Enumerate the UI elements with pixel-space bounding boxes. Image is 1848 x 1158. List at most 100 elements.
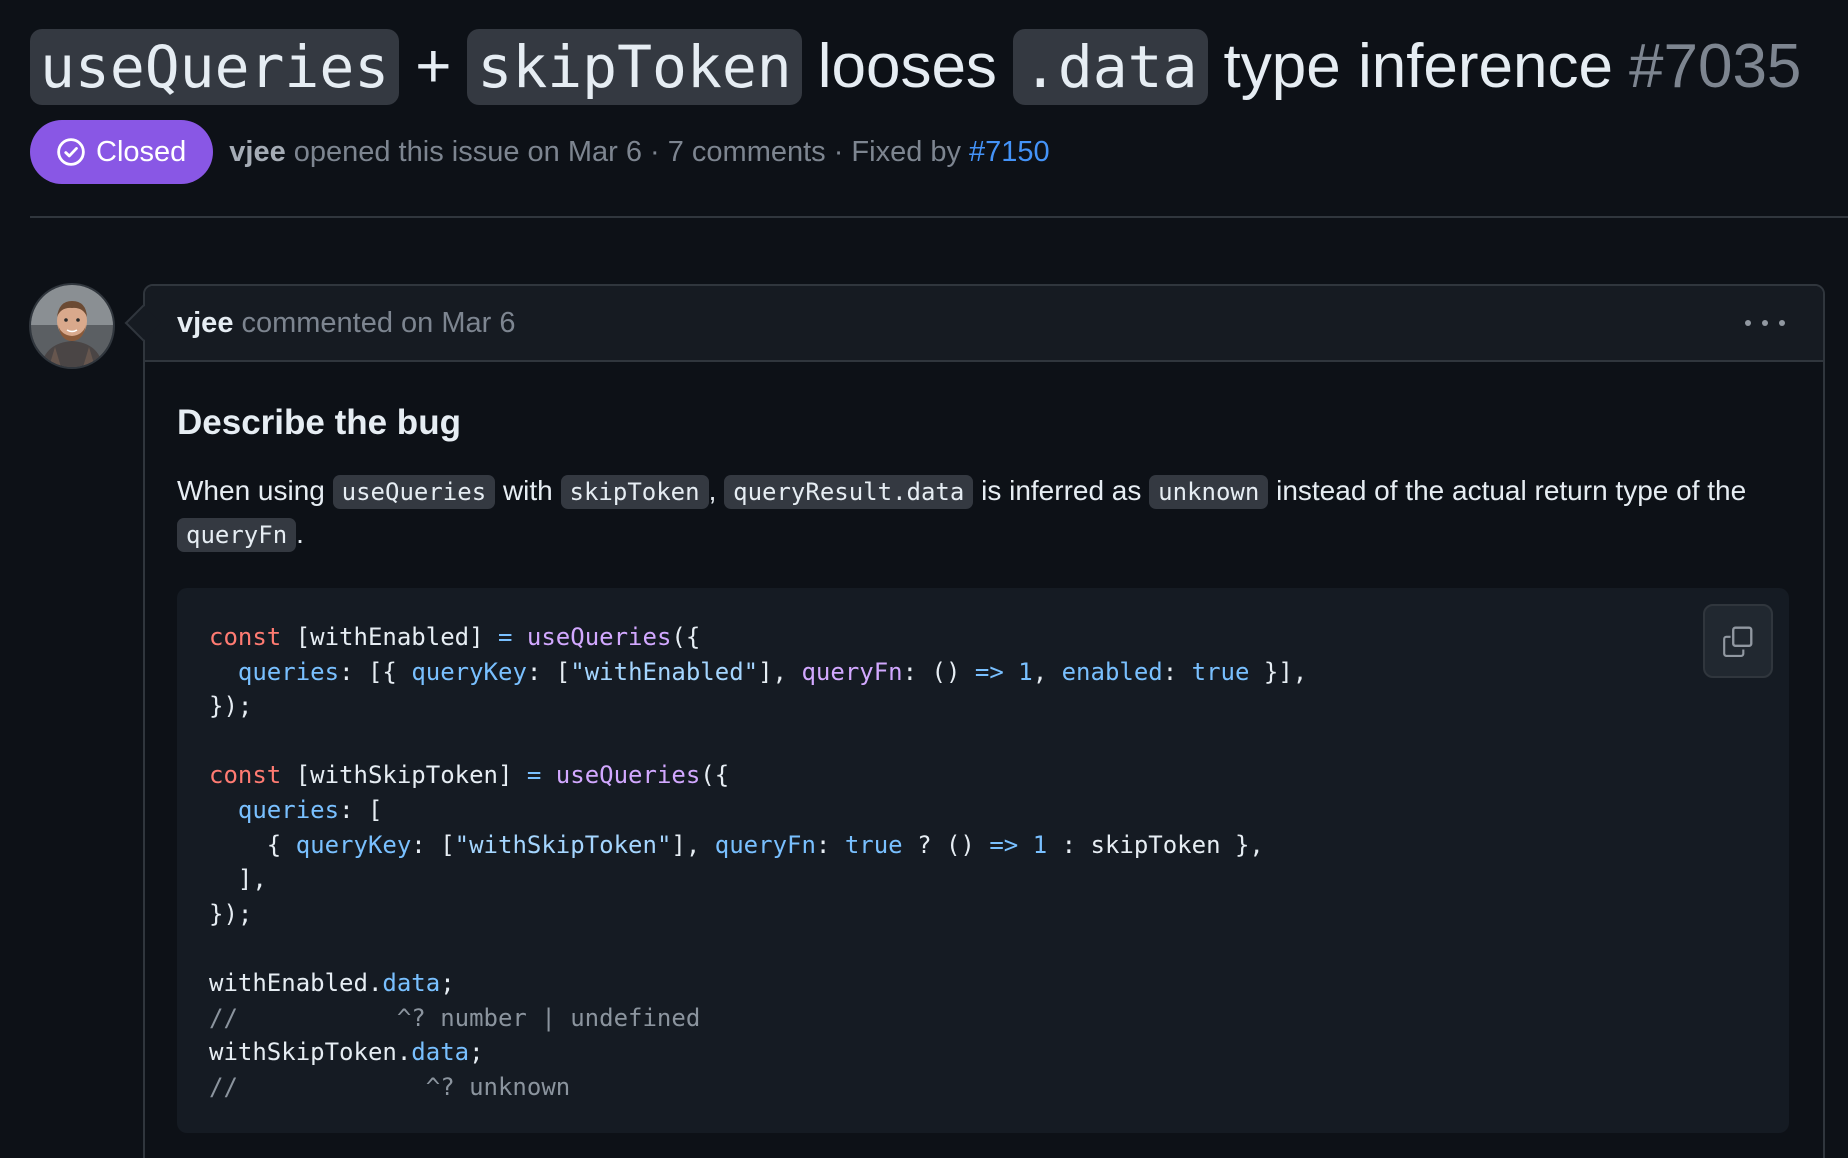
comment-body: Describe the bug When using useQueries w… xyxy=(145,400,1823,1133)
issue-author-link[interactable]: vjee xyxy=(229,136,285,169)
title-code-skiptoken: skipToken xyxy=(467,29,802,105)
issue-title: useQueries + skipToken looses .data type… xyxy=(30,28,1830,106)
code-token: ], xyxy=(671,830,715,859)
comment-meta[interactable]: commented on Mar 6 xyxy=(241,307,515,340)
code-token: : [ xyxy=(526,657,571,686)
code-content: const [withEnabled] = useQueries({ queri… xyxy=(209,620,1757,1104)
code-token: }); xyxy=(209,692,253,721)
code-token: { xyxy=(209,830,296,859)
code-line: ], xyxy=(209,862,1757,897)
code-token: "withEnabled" xyxy=(570,657,759,686)
code-token: ({ xyxy=(671,623,701,651)
code-token: 1 xyxy=(1018,657,1033,686)
code-token: queries xyxy=(237,657,340,686)
inline-code: skipToken xyxy=(560,475,709,509)
code-token: ], xyxy=(209,865,267,894)
code-token: queryKey xyxy=(295,830,412,859)
code-token: queryKey xyxy=(411,657,527,686)
code-token: : [ xyxy=(339,795,383,824)
code-token: }], xyxy=(1249,657,1308,686)
code-token: true xyxy=(844,830,903,859)
code-token: ? () xyxy=(902,830,990,859)
code-line: const [withSkipToken] = useQueries({ xyxy=(209,758,1757,793)
check-circle-icon xyxy=(57,138,85,166)
para-text: instead of the actual return type of the xyxy=(1276,475,1747,506)
code-token: , xyxy=(1032,657,1062,686)
code-line: }); xyxy=(209,689,1757,724)
code-token: ; xyxy=(469,1038,484,1067)
fixed-by-link[interactable]: #7150 xyxy=(969,136,1050,169)
code-token: true xyxy=(1191,657,1250,686)
code-token: : skipToken }, xyxy=(1047,830,1264,859)
code-token: data xyxy=(411,1038,470,1067)
title-word-looses: looses xyxy=(817,32,997,101)
code-token: }); xyxy=(209,899,253,928)
copy-icon xyxy=(1723,626,1753,657)
comment-card: vjee commented on Mar 6 Describe the bug… xyxy=(143,284,1825,1158)
inline-code: useQueries xyxy=(332,475,496,509)
code-token: 1 xyxy=(1032,830,1048,859)
divider xyxy=(30,216,1848,218)
code-token: queryFn xyxy=(801,657,903,686)
copy-button[interactable] xyxy=(1703,604,1773,678)
code-line: // ^? number | undefined xyxy=(209,1001,1757,1036)
code-line: queries: [{ queryKey: ["withEnabled"], q… xyxy=(209,655,1757,690)
issue-opened-text: opened this issue on Mar 6 · 7 comments … xyxy=(293,135,962,168)
para-text: is inferred as xyxy=(981,475,1142,506)
code-token: : xyxy=(815,830,845,859)
code-token: queries xyxy=(237,795,340,824)
code-line: withEnabled.data; xyxy=(209,966,1757,1001)
code-token: : [{ xyxy=(339,657,412,686)
title-plus: + xyxy=(415,32,452,101)
code-token: "withSkipToken" xyxy=(454,830,672,859)
code-token: useQueries xyxy=(555,761,701,790)
inline-code: queryFn xyxy=(177,518,297,552)
issue-number: #7035 xyxy=(1629,32,1802,101)
code-token: = xyxy=(498,623,513,651)
status-badge: Closed xyxy=(30,120,214,184)
code-token: // ^? number | undefined xyxy=(209,1003,701,1032)
title-code-data: .data xyxy=(1012,29,1208,105)
code-line: queries: [ xyxy=(209,793,1757,828)
code-token: : [ xyxy=(411,830,455,859)
bug-description: When using useQueries with skipToken, qu… xyxy=(177,470,1807,556)
issue-page: useQueries + skipToken looses .data type… xyxy=(0,0,1848,1158)
comment-author-link[interactable]: vjee xyxy=(177,307,233,340)
kebab-horizontal-icon[interactable] xyxy=(1745,308,1785,338)
code-token: const xyxy=(209,761,282,790)
code-token: useQueries xyxy=(526,623,672,651)
avatar-image xyxy=(31,285,113,367)
code-token: withEnabled. xyxy=(209,968,383,997)
inline-code: queryResult.data xyxy=(724,475,974,509)
code-token: ; xyxy=(440,968,455,997)
code-token: = xyxy=(526,761,542,790)
code-token: withSkipToken. xyxy=(209,1038,412,1067)
comment-header: vjee commented on Mar 6 xyxy=(145,286,1823,362)
para-text: When using xyxy=(177,475,325,506)
title-rest: type inference xyxy=(1223,32,1613,101)
para-text: , xyxy=(708,475,717,506)
code-token: enabled xyxy=(1061,657,1163,686)
status-label: Closed xyxy=(96,135,187,168)
code-token: ({ xyxy=(700,761,730,790)
issue-meta: Closed vjee opened this issue on Mar 6 ·… xyxy=(30,120,1050,184)
code-token: // ^? unknown xyxy=(209,1072,571,1101)
code-token: const xyxy=(209,623,282,651)
code-token: : xyxy=(1162,657,1192,686)
code-token: => xyxy=(974,657,1004,686)
code-line: { queryKey: ["withSkipToken"], queryFn: … xyxy=(209,828,1757,863)
avatar[interactable] xyxy=(29,283,115,369)
code-line: withSkipToken.data; xyxy=(209,1035,1757,1070)
inline-code: unknown xyxy=(1149,475,1269,509)
code-token: ], xyxy=(758,657,802,686)
code-token: => xyxy=(989,830,1019,859)
section-heading: Describe the bug xyxy=(177,403,461,442)
